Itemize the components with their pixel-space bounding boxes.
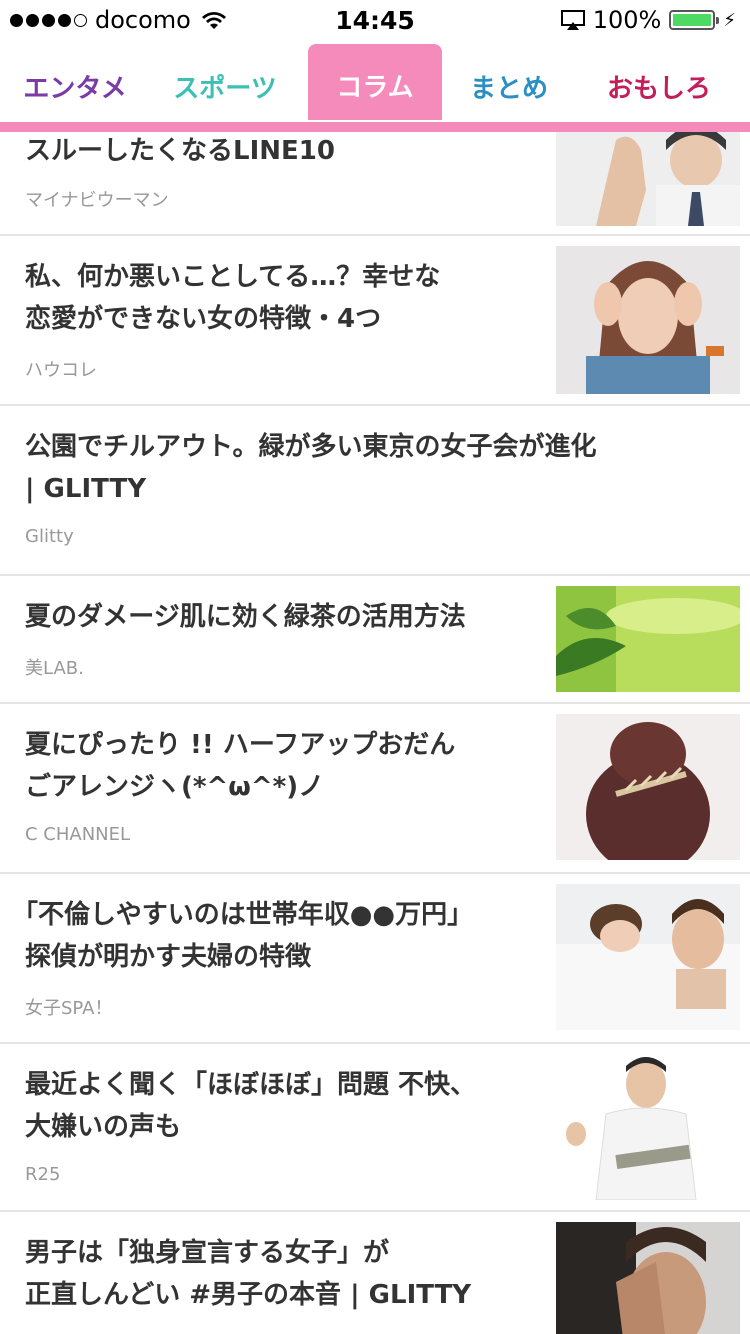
status-bar: docomo 14:45 100% ⚡ — [0, 0, 750, 40]
battery-percent: 100% — [592, 6, 662, 34]
tab-column[interactable]: コラム — [308, 44, 442, 120]
article-item[interactable]: 私、何か悪いことしてる…？幸せな 恋愛ができない女の特徴・4つハウコレ — [0, 236, 750, 406]
tab-underline — [0, 122, 750, 132]
article-title: 男子は「独身宣言する女子」が 正直しんどい #男子の本音 | GLITTY — [25, 1238, 472, 1310]
charging-bolt-icon: ⚡ — [723, 9, 736, 31]
article-title: 夏のダメージ肌に効く緑茶の活用方法 — [25, 602, 466, 632]
article-source: C CHANNEL — [25, 824, 131, 845]
hair-bun-image[interactable] — [556, 714, 740, 860]
article-source: ハウコレ — [25, 360, 97, 381]
article-title: 夏にぴったり !! ハーフアップおだん ごアレンジヽ(*^ω^*)ノ — [25, 730, 456, 802]
article-title: 私、何か悪いことしてる…？幸せな 恋愛ができない女の特徴・4つ — [25, 262, 441, 334]
article-item[interactable]: 夏のダメージ肌に効く緑茶の活用方法美LAB. — [0, 576, 750, 704]
tab-sports[interactable]: スポーツ — [150, 40, 300, 120]
article-item[interactable]: スルーしたくなるLINE10 マイナビウーマン — [0, 132, 750, 236]
article-item[interactable]: 公園でチルアウト。緑が多い東京の女子会が進化 | GLITTY Glitty — [0, 406, 750, 576]
battery-icon — [669, 10, 720, 30]
couple-bed-image[interactable] — [556, 884, 740, 1030]
stressed-man-image[interactable] — [556, 1222, 740, 1334]
article-source: マイナビウーマン — [25, 190, 169, 211]
article-feed[interactable]: スルーしたくなるLINE10 マイナビウーマン 私、何か悪いことしてる…？幸せな … — [0, 132, 750, 1334]
tab-entertainment[interactable]: エンタメ — [0, 40, 150, 120]
article-item[interactable]: 最近よく聞く「ほぼほぼ」問題 不快、 大嫌いの声も R25 — [0, 1044, 750, 1212]
article-title: ｢不倫しやすいのは世帯年収●●万円｣ 探偵が明かす夫婦の特徴 — [25, 900, 461, 972]
status-bar-right: 100% ⚡ — [560, 6, 736, 34]
man-with-hand-image[interactable] — [556, 132, 740, 226]
article-title: スルーしたくなるLINE10 — [25, 136, 335, 166]
article-source: 女子SPA！ — [25, 998, 113, 1019]
man-with-tablet-image[interactable] — [556, 1054, 740, 1200]
tab-omoshiro[interactable]: おもしろ — [584, 40, 734, 120]
tab-matome[interactable]: まとめ — [434, 40, 584, 120]
article-source: R25 — [25, 1164, 61, 1185]
article-item[interactable]: ｢不倫しやすいのは世帯年収●●万円｣ 探偵が明かす夫婦の特徴女子SPA！ — [0, 874, 750, 1044]
airplay-icon — [560, 10, 585, 30]
troubled-woman-image[interactable] — [556, 246, 740, 394]
article-title: 最近よく聞く「ほぼほぼ」問題 不快、 大嫌いの声も — [25, 1070, 477, 1142]
article-source: 美LAB. — [25, 658, 84, 679]
green-tea-image[interactable] — [556, 586, 740, 692]
article-source: Glitty — [25, 526, 74, 547]
article-item[interactable]: 夏にぴったり !! ハーフアップおだん ごアレンジヽ(*^ω^*)ノ C CHAN… — [0, 704, 750, 874]
article-title: 公園でチルアウト。緑が多い東京の女子会が進化 | GLITTY — [25, 432, 597, 504]
category-tab-bar: エンタメ スポーツ コラム まとめ おもしろ — [0, 40, 750, 132]
article-item[interactable]: 男子は「独身宣言する女子」が 正直しんどい #男子の本音 | GLITTY — [0, 1212, 750, 1334]
